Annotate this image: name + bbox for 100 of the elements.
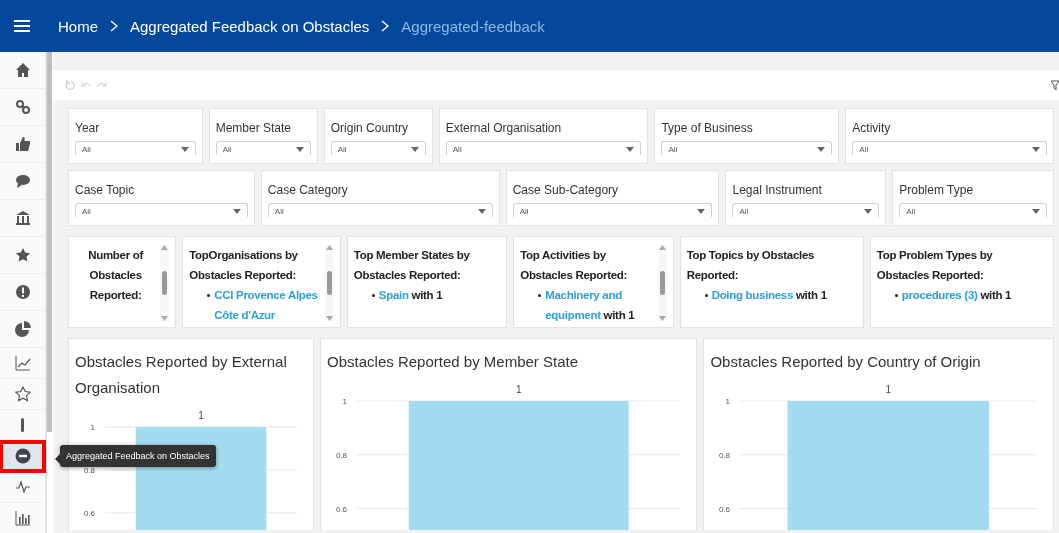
tick-label: 0.6 bbox=[83, 508, 95, 518]
kpi-title: Top Problem Types by Obstacles Reported: bbox=[876, 248, 994, 283]
chart-title: Obstacles Reported by External Organisation bbox=[75, 352, 288, 398]
kpi-item: procedures (3) with 1 bbox=[901, 288, 1012, 303]
filter-label: Problem Type bbox=[899, 183, 975, 197]
data-label: 1 bbox=[198, 410, 204, 421]
bullet-icon bbox=[894, 294, 898, 297]
scrollbar[interactable] bbox=[657, 245, 667, 321]
redo-icon[interactable] bbox=[97, 80, 107, 90]
thumbs-up-icon bbox=[14, 136, 31, 152]
bullet-icon bbox=[538, 294, 542, 297]
kpi-title: Top Activities by Obstacles Reported: bbox=[520, 248, 628, 283]
tick-label: 0.6 bbox=[719, 504, 731, 514]
minus-circle-icon bbox=[14, 448, 31, 464]
pulse-icon bbox=[14, 479, 31, 495]
filter-label: Activity bbox=[852, 121, 892, 135]
pie-chart-icon bbox=[14, 321, 31, 337]
caret-icon bbox=[180, 146, 189, 152]
breadcrumb-link[interactable]: Aggregated Feedback on Obstacles bbox=[130, 17, 370, 35]
kpi-item: CCI Provence Alpes Côte d'Azur bbox=[214, 288, 319, 323]
kpi-title: TopOrganisations by Obstacles Reported: bbox=[189, 248, 299, 283]
bullet-icon bbox=[704, 294, 708, 297]
chart-title: Obstacles Reported by Country of Origin bbox=[710, 352, 982, 372]
dropdown[interactable]: All bbox=[75, 141, 196, 155]
bullet-icon bbox=[207, 294, 211, 297]
caret-icon bbox=[864, 208, 873, 214]
data-label: 1 bbox=[515, 384, 522, 395]
tick-label: 0.8 bbox=[83, 465, 95, 475]
scroll-thumb[interactable] bbox=[162, 271, 168, 295]
filter-label: External Organisation bbox=[445, 121, 563, 135]
filter-icon[interactable] bbox=[1051, 80, 1059, 90]
star-icon bbox=[14, 247, 31, 263]
dropdown[interactable]: All bbox=[899, 203, 1047, 217]
bar-chart-icon bbox=[14, 510, 31, 526]
reset-icon[interactable] bbox=[65, 80, 75, 90]
filter-label: Type of Business bbox=[661, 121, 754, 135]
filter-label: Case Category bbox=[267, 183, 349, 197]
dropdown[interactable]: All bbox=[215, 141, 311, 155]
line-chart-icon bbox=[14, 355, 31, 371]
kpi-title: Number of Obstacles Reported: bbox=[87, 248, 145, 303]
dropdown[interactable]: All bbox=[661, 141, 833, 155]
data-label: 1 bbox=[885, 384, 892, 395]
scrollbar[interactable] bbox=[324, 245, 334, 321]
kpi-item: Doing business with 1 bbox=[711, 288, 827, 303]
bar-icon bbox=[21, 418, 24, 432]
breadcrumb-link[interactable]: Aggregated-feedback bbox=[401, 17, 545, 35]
kpi-item: Machinery and equipment with 1 bbox=[545, 288, 636, 323]
chevron-icon bbox=[110, 20, 118, 32]
scroll-up-icon[interactable] bbox=[658, 245, 666, 250]
chevron-icon bbox=[381, 20, 390, 32]
kpi-item: Spain with 1 bbox=[378, 288, 443, 303]
scroll-thumb[interactable] bbox=[326, 271, 332, 295]
caret-icon bbox=[410, 146, 419, 152]
undo-icon[interactable] bbox=[81, 80, 91, 90]
filter-label: Year bbox=[75, 121, 101, 135]
scroll-thumb[interactable] bbox=[659, 271, 665, 295]
filter-label: Legal Instrument bbox=[732, 183, 823, 197]
scroll-down-icon[interactable] bbox=[161, 316, 169, 321]
dropdown[interactable]: All bbox=[330, 141, 426, 155]
tick-label: 1 bbox=[726, 397, 731, 406]
dropdown[interactable]: All bbox=[732, 203, 880, 217]
tick-label: 0.8 bbox=[335, 450, 348, 460]
dropdown[interactable]: All bbox=[852, 141, 1047, 155]
filter-label: Case Sub-Category bbox=[512, 183, 620, 197]
tooltip: Aggregated Feedback on Obstacles bbox=[60, 445, 216, 467]
bank-icon bbox=[14, 210, 31, 226]
tick-label: 0.8 bbox=[719, 450, 731, 460]
kpi-title: Top Member States by Obstacles Reported: bbox=[353, 248, 471, 283]
caret-icon bbox=[1032, 146, 1040, 152]
caret-icon bbox=[295, 146, 304, 152]
tick-label: 1 bbox=[90, 423, 95, 432]
scrollbar[interactable] bbox=[47, 52, 52, 432]
scroll-up-icon[interactable] bbox=[161, 245, 169, 250]
filter-label: Case Topic bbox=[75, 183, 136, 197]
tick-label: 0.6 bbox=[335, 504, 348, 514]
star-outline-icon bbox=[14, 386, 31, 402]
scroll-down-icon[interactable] bbox=[658, 316, 666, 321]
dropdown[interactable]: All bbox=[445, 141, 642, 155]
menu-icon[interactable] bbox=[14, 19, 30, 33]
speech-bubble-icon bbox=[14, 173, 31, 189]
tick-label: 1 bbox=[342, 397, 348, 406]
alert-icon bbox=[14, 284, 31, 300]
scroll-down-icon[interactable] bbox=[325, 316, 333, 321]
link-icon bbox=[14, 99, 31, 115]
caret-icon bbox=[626, 146, 635, 152]
scroll-up-icon[interactable] bbox=[325, 245, 333, 250]
breadcrumb-link[interactable]: Home bbox=[58, 17, 98, 35]
scrollbar[interactable] bbox=[160, 245, 170, 321]
caret-icon bbox=[817, 146, 826, 152]
filter-label: Origin Country bbox=[330, 121, 410, 135]
chart-title: Obstacles Reported by Member State bbox=[327, 352, 579, 372]
bullet-icon bbox=[371, 294, 375, 297]
dropdown[interactable]: All bbox=[512, 203, 713, 217]
caret-icon bbox=[477, 208, 486, 214]
home-icon bbox=[14, 62, 31, 78]
caret-icon bbox=[1032, 208, 1040, 214]
caret-icon bbox=[697, 208, 706, 214]
caret-icon bbox=[232, 208, 241, 214]
dropdown[interactable]: All bbox=[267, 203, 493, 217]
dropdown[interactable]: All bbox=[75, 203, 248, 217]
